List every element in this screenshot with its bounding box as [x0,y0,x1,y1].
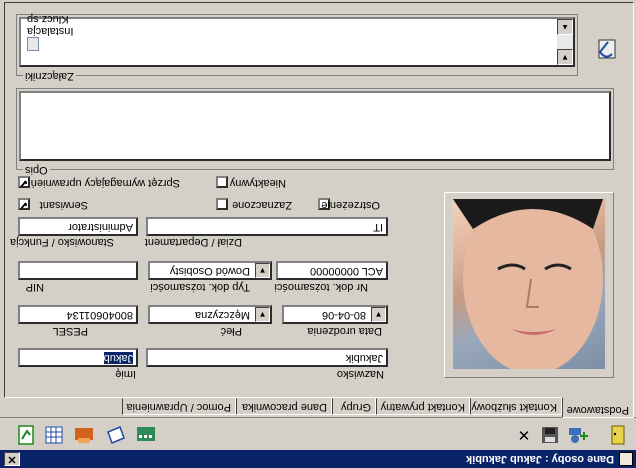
mailbox-icon[interactable] [72,423,96,447]
opis-label: Opis [23,164,50,176]
typ-dok-value: Dowód Osobisty [169,265,250,277]
opis-textarea[interactable] [19,91,611,161]
tab-grupy[interactable]: Grupy [332,398,376,415]
window-title: Dane osoby : Jakub Jakubik [466,453,614,465]
zaznaczone-label: Zaznaczone [232,199,292,211]
date-dropdown-button[interactable]: ▼ [371,307,386,322]
nieaktywny-label: Nieaktywny [229,177,286,189]
exit-door-icon[interactable] [606,423,630,447]
sprzet-label: Sprzęt wymagający uprawnień [30,177,180,189]
data-urodzenia-field[interactable]: ▼ 80-04-06 [282,305,388,324]
scroll-down-button[interactable]: ▼ [557,49,573,65]
nip-field[interactable] [18,261,138,280]
person-photo[interactable] [453,199,605,369]
imie-value: Jakub [103,352,133,364]
imie-label: Imię [115,368,136,380]
card-icon[interactable] [104,423,128,447]
window: Dane osoby : Jakub Jakubik ✕ ✕ Podstawow… [0,0,636,468]
pesel-label: PESEL [52,325,88,337]
sprzet-checkbox[interactable]: ✔ [18,176,30,188]
zalaczniki-group: Załączniki ▼ ▲ Instalacja Klucz.sp [16,13,578,82]
typ-dok-dropdown-button[interactable]: ▼ [255,263,270,278]
tab-kontakt-prywatny[interactable]: Kontakt prywatny [376,398,470,415]
tab-kontakt-sluzbowy[interactable]: Kontakt służbowy [470,398,562,415]
plec-combo[interactable]: ▼ Mężczyzna [148,305,272,324]
add-person-icon[interactable] [566,423,590,447]
ostrzezenie-label: Ostrzeżenie [321,199,380,211]
nazwisko-field[interactable]: Jakubik [146,348,388,367]
typ-dok-combo[interactable]: ▼ Dowód Osobisty [148,261,272,280]
toolbar: ✕ [0,417,636,450]
data-urodzenia-value: 80-04-06 [321,309,366,321]
attachment-item[interactable]: Klucz.sp [27,13,69,25]
delete-x-icon[interactable]: ✕ [512,423,536,447]
plec-value: Mężczyzna [194,309,250,321]
building-icon[interactable] [134,423,158,447]
grid-icon[interactable] [42,423,66,447]
nieaktywny-checkbox[interactable] [216,176,228,188]
tab-dane-pracownika[interactable]: Dane pracownika [236,398,332,415]
imie-field[interactable]: Jakub [18,348,138,367]
zaznaczone-checkbox[interactable] [216,198,228,210]
close-button[interactable]: ✕ [4,452,20,466]
data-urodzenia-label: Data urodzenia [307,325,382,337]
tab-podstawowe[interactable]: Podstawowe [562,397,634,418]
title-bar: Dane osoby : Jakub Jakubik ✕ [0,450,636,468]
stanowisko-label: Stanowisko / Funkcja [10,236,114,248]
app-icon [619,452,633,466]
pesel-field[interactable]: 80040601134 [18,305,138,324]
nr-dok-label: Nr dok. tożsamości [274,281,368,293]
file-icon [27,37,39,51]
nazwisko-label: Nazwisko [336,368,384,380]
serwisant-label: Serwisant [39,199,88,211]
zalaczniki-label: Załączniki [23,70,76,82]
attach-paperclip-icon[interactable] [594,36,618,62]
checklist-icon[interactable] [14,423,38,447]
save-disk-icon[interactable] [538,423,562,447]
zalaczniki-list: ▼ ▲ Instalacja Klucz.sp [19,13,575,67]
dzial-field[interactable]: IT [146,217,388,236]
typ-dok-label: Typ dok. tożsamości [150,281,250,293]
stanowisko-field[interactable]: Administrator [18,217,138,236]
serwisant-checkbox[interactable]: ✔ [18,198,30,210]
nip-label: NIP [25,281,44,293]
zalaczniki-scrollbar[interactable]: ▼ ▲ [557,19,573,65]
scroll-up-button[interactable]: ▲ [557,19,573,35]
opis-group: Opis [16,88,614,176]
tab-strip: Podstawowe Kontakt służbowy Kontakt pryw… [0,396,636,418]
dzial-label: Dział / Departament [144,236,242,248]
tab-pomoc-uprawnienia[interactable]: Pomoc / Uprawnienia [122,398,236,415]
photo-frame [444,192,614,378]
plec-dropdown-button[interactable]: ▼ [255,307,270,322]
plec-label: Płeć [220,325,242,337]
nr-dok-field[interactable]: ACL 00000000 [276,261,388,280]
attachment-item[interactable]: Instalacja [27,25,73,37]
